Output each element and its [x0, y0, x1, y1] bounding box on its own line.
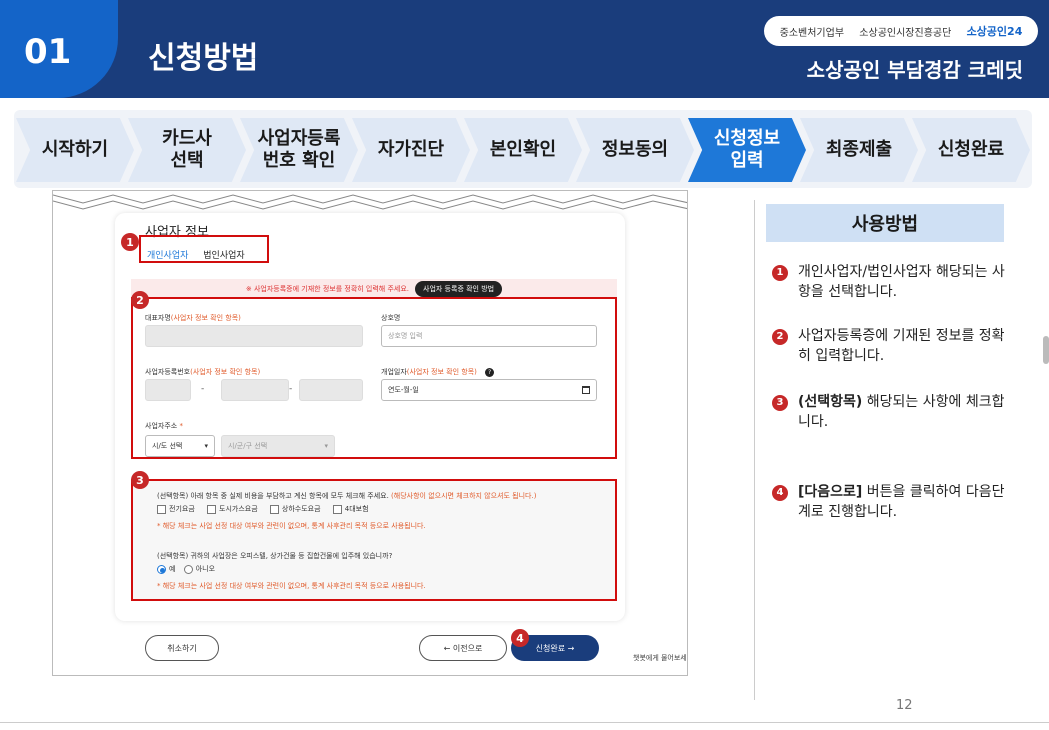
- calendar-icon[interactable]: [582, 386, 590, 394]
- step-identity: 본인확인: [464, 118, 582, 182]
- address-label: 사업자주소 *: [145, 422, 183, 430]
- bizno-part1-input[interactable]: [145, 379, 191, 401]
- step-progress-bar: 시작하기 카드사 선택 사업자등록 번호 확인 자가진단 본인확인 정보동의 신…: [14, 110, 1032, 188]
- logo-strip: 중소벤처기업부 소상공인시장진흥공단 소상공인24: [764, 16, 1038, 46]
- step-application-info: 신청정보 입력: [688, 118, 806, 182]
- check-insurance[interactable]: [332, 504, 342, 514]
- step-card-select: 카드사 선택: [128, 118, 246, 182]
- warning-text: ※ 사업자등록증에 기재한 정보를 정확히 입력해 주세요.: [245, 285, 410, 293]
- help-icon[interactable]: ?: [485, 368, 495, 377]
- radio-no[interactable]: [183, 564, 193, 574]
- instruction-text: 개인사업자/법인사업자 해당되는 사항을 선택합니다.: [798, 264, 1005, 300]
- step-self-diagnosis: 자가진단: [352, 118, 470, 182]
- instruction-number: 3: [772, 395, 788, 411]
- instruction-text: [다음으로] 버튼을 클릭하여 다음단계로 진행합니다.: [798, 484, 1005, 520]
- logo-semas: 소상공인시장진흥공단: [859, 27, 952, 39]
- dash-2: -: [289, 384, 293, 394]
- check-gas[interactable]: [207, 504, 216, 514]
- step-complete: 신청완료: [912, 118, 1030, 182]
- slide-header: 01 신청방법 중소벤처기업부 소상공인시장진흥공단 소상공인24 소상공인 부…: [0, 0, 1049, 98]
- logo-mss: 중소벤처기업부: [779, 27, 845, 39]
- step-bizno-check: 사업자등록 번호 확인: [240, 118, 358, 182]
- bizno-label: 사업자등록번호(사업자 정보 확인 항목): [145, 368, 261, 376]
- badge-1: 1: [121, 233, 139, 251]
- opt2-note: * 해당 체크는 사업 선정 대상 여부와 관련이 없으며, 통계 사후관리 목…: [157, 582, 426, 590]
- bizno-part2-input[interactable]: [221, 379, 289, 401]
- opendate-label: 개업일자(사업자 정보 확인 항목) ?: [381, 367, 495, 377]
- dash-1: -: [201, 384, 205, 394]
- step-final-submit: 최종제출: [800, 118, 918, 182]
- company-label: 상호명: [381, 314, 401, 322]
- chatbot-tab[interactable]: 챗봇에게 물어보세: [633, 653, 687, 663]
- form-screenshot: 사업자 정보 개인사업자 법인사업자 1 ※ 사업자등록증에 기재한 정보를 정…: [52, 190, 688, 676]
- instruction-text: (선택항목) 해당되는 사항에 체크합니다.: [798, 394, 1005, 430]
- badge-4: 4: [511, 629, 529, 647]
- instruction-4: 4 [다음으로] 버튼을 클릭하여 다음단계로 진행합니다.: [772, 482, 1012, 522]
- instruction-3: 3 (선택항목) 해당되는 사항에 체크합니다.: [772, 392, 1012, 432]
- cancel-button[interactable]: 취소하기: [145, 635, 219, 661]
- highlight-box-1: [139, 235, 269, 263]
- opt2-question: (선택항목) 귀하의 사업장은 오피스텔, 상가건물 등 집합건물에 입주해 있…: [157, 552, 393, 560]
- step-start: 시작하기: [16, 118, 134, 182]
- instruction-number: 2: [772, 329, 788, 345]
- step-consent: 정보동의: [576, 118, 694, 182]
- rep-name-input[interactable]: [145, 325, 363, 347]
- instruction-1: 1 개인사업자/법인사업자 해당되는 사항을 선택합니다.: [772, 262, 1012, 302]
- program-title: 소상공인 부담경감 크레딧: [806, 58, 1023, 82]
- opendate-input[interactable]: 연도-월-일: [381, 379, 597, 401]
- badge-2: 2: [131, 291, 149, 309]
- check-electric[interactable]: [157, 504, 166, 514]
- badge-3: 3: [131, 471, 149, 489]
- verify-guide-button[interactable]: 사업자 등록증 확인 방법: [415, 281, 503, 297]
- logo-sbiz24: 소상공인24: [966, 25, 1023, 38]
- instruction-text: 사업자등록증에 기재된 정보를 정확히 입력합니다.: [798, 328, 1005, 364]
- page-number: 12: [896, 698, 913, 713]
- opt1-question: (선택항목) 아래 항목 중 실제 비용을 부담하고 계신 항목에 모두 체크해…: [157, 492, 537, 500]
- building-radios: 예 아니오: [157, 564, 215, 574]
- rep-name-label: 대표자명(사업자 정보 확인 항목): [145, 314, 241, 322]
- utility-checkboxes: 전기요금 도시가스요금 상하수도요금 4대보험: [157, 504, 369, 514]
- radio-yes[interactable]: [157, 564, 166, 574]
- prev-button[interactable]: ← 이전으로: [419, 635, 507, 661]
- chevron-down-icon: ▾: [204, 442, 208, 450]
- sigungu-select[interactable]: 시/군/구 선택 ▾: [221, 435, 335, 457]
- bottom-divider: [0, 722, 1049, 723]
- company-input[interactable]: 상호명 입력: [381, 325, 597, 347]
- check-water[interactable]: [269, 504, 279, 514]
- section-number: 01: [24, 32, 72, 72]
- scrollbar-thumb[interactable]: [1043, 336, 1049, 364]
- warning-bar: ※ 사업자등록증에 기재한 정보를 정확히 입력해 주세요. 사업자 등록증 확…: [131, 279, 617, 299]
- chevron-down-icon: ▾: [324, 442, 328, 450]
- instruction-2: 2 사업자등록증에 기재된 정보를 정확히 입력합니다.: [772, 326, 1012, 366]
- section-title: 신청방법: [148, 41, 259, 76]
- instruction-number: 4: [772, 485, 788, 501]
- bizno-part3-input[interactable]: [299, 379, 363, 401]
- panel-divider: [754, 200, 755, 700]
- instruction-number: 1: [772, 265, 788, 281]
- sido-select[interactable]: 시/도 선택 ▾: [145, 435, 215, 457]
- howto-title: 사용방법: [766, 204, 1004, 242]
- opt1-note: * 해당 체크는 사업 선정 대상 여부와 관련이 없으며, 통계 사후관리 목…: [157, 522, 426, 530]
